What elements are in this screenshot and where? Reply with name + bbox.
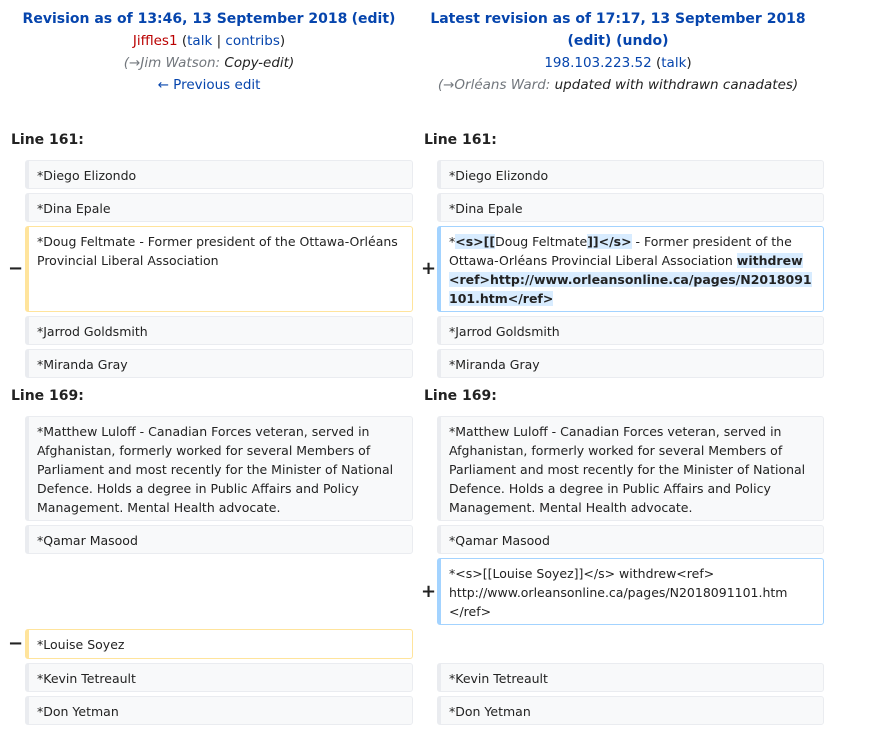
context-line-left: *Matthew Luloff - Canadian Forces vetera… xyxy=(25,416,413,521)
old-section-link[interactable]: (→Jim Watson: xyxy=(124,55,220,71)
context-line-left: *Don Yetman xyxy=(25,696,413,725)
context-line-right: *Miranda Gray xyxy=(437,349,824,378)
old-revision-user: Jiffles1 (talk | contribs) xyxy=(132,33,286,49)
context-line-left: *Diego Elizondo xyxy=(25,160,413,189)
new-revision-title: Latest revision as of 17:17, 13 Septembe… xyxy=(412,8,824,30)
line-number-left: Line 169: xyxy=(11,388,84,404)
deleted-line: *Doug Feltmate - Former president of the… xyxy=(25,226,413,312)
added-line: *<s>[[Doug Feltmate]]</s> - Former presi… xyxy=(437,226,824,312)
old-talk-link[interactable]: talk xyxy=(187,33,212,49)
context-line-right: *Jarrod Goldsmith xyxy=(437,316,824,345)
context-line-left: *Qamar Masood xyxy=(25,525,413,554)
old-edit-link[interactable]: edit xyxy=(358,11,389,27)
new-section-link[interactable]: (→Orléans Ward: xyxy=(438,77,551,93)
old-revision-header: Revision as of 13:46, 13 September 2018 … xyxy=(0,8,418,96)
undo-link[interactable]: undo xyxy=(623,33,663,49)
inserted-text: <s>[[ xyxy=(455,234,496,249)
new-revision-link[interactable]: Latest revision as of 17:17, 13 Septembe… xyxy=(430,11,805,27)
previous-edit-link[interactable]: ← Previous edit xyxy=(158,77,261,93)
removed-line-marker: − xyxy=(8,258,24,279)
old-contribs-link[interactable]: contribs xyxy=(225,33,279,49)
context-line-right: *Diego Elizondo xyxy=(437,160,824,189)
old-edit-summary: (→Jim Watson: Copy-edit) xyxy=(123,55,295,71)
context-line-right: *Matthew Luloff - Canadian Forces vetera… xyxy=(437,416,824,521)
new-edit-summary: (→Orléans Ward: updated with withdrawn c… xyxy=(437,77,799,93)
new-revision-user: 198.103.223.52 (talk) xyxy=(544,55,692,71)
new-edit-link[interactable]: edit xyxy=(574,33,605,49)
context-line-left: *Jarrod Goldsmith xyxy=(25,316,413,345)
removed-line-marker: − xyxy=(8,633,24,654)
new-user-link[interactable]: 198.103.223.52 xyxy=(544,55,651,71)
context-line-left: *Dina Epale xyxy=(25,193,413,222)
old-user-link[interactable]: Jiffles1 xyxy=(133,33,178,49)
line-number-left: Line 161: xyxy=(11,132,84,148)
inserted-text: ]]</s> xyxy=(587,234,632,249)
context-line-left: *Miranda Gray xyxy=(25,349,413,378)
old-revision-title: Revision as of 13:46, 13 September 2018 … xyxy=(22,11,396,27)
added-line: *<s>[[Louise Soyez]]</s> withdrew<ref> h… xyxy=(437,558,824,625)
added-line-marker: + xyxy=(421,581,437,602)
context-line-left: *Kevin Tetreault xyxy=(25,663,413,692)
context-line-right: *Qamar Masood xyxy=(437,525,824,554)
line-number-right: Line 161: xyxy=(424,132,497,148)
context-line-right: *Dina Epale xyxy=(437,193,824,222)
context-line-right: *Don Yetman xyxy=(437,696,824,725)
old-revision-link[interactable]: Revision as of 13:46, 13 September 2018 xyxy=(23,11,348,27)
deleted-line: *Louise Soyez xyxy=(25,629,413,659)
new-revision-header: Latest revision as of 17:17, 13 Septembe… xyxy=(412,8,824,96)
added-line-marker: + xyxy=(421,258,437,279)
context-line-right: *Kevin Tetreault xyxy=(437,663,824,692)
line-number-right: Line 169: xyxy=(424,388,497,404)
new-talk-link[interactable]: talk xyxy=(661,55,686,71)
